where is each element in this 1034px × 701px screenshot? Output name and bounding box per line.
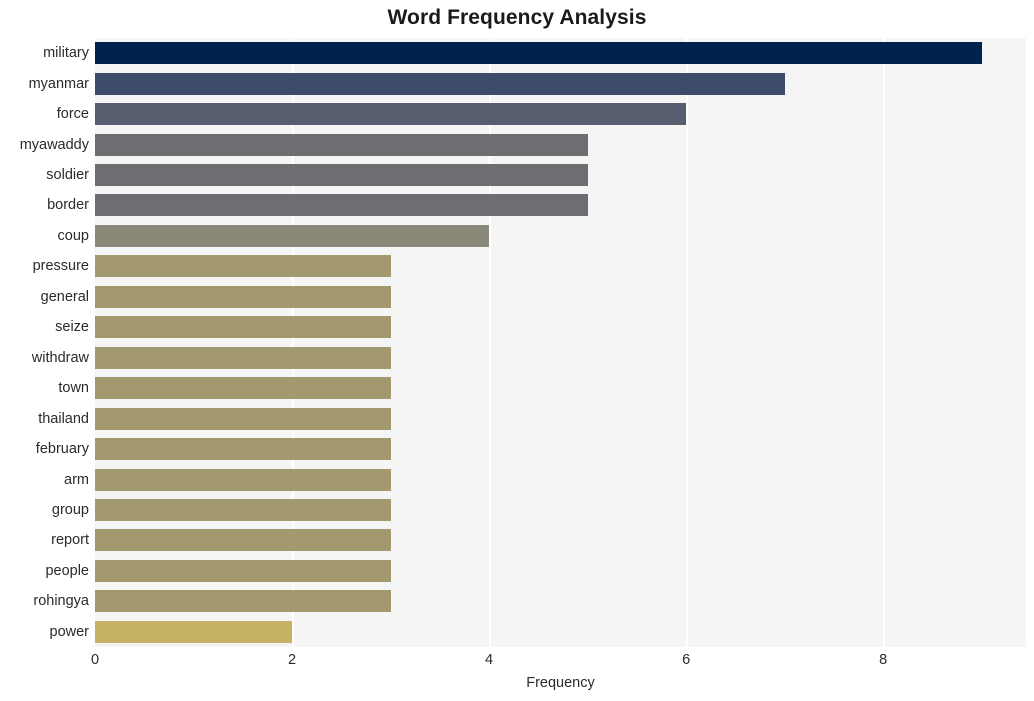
- y-axis-label: power: [49, 623, 90, 640]
- y-axis-label: withdraw: [31, 349, 89, 366]
- bar: [95, 529, 391, 552]
- y-axis-label: group: [51, 501, 89, 518]
- x-axis-tick-label: 2: [287, 652, 297, 668]
- bar: [95, 346, 391, 369]
- x-axis-tick-label: 0: [90, 652, 100, 668]
- bar: [95, 407, 391, 430]
- y-axis-label: general: [40, 288, 89, 305]
- x-axis-tick-label: 8: [879, 652, 888, 668]
- y-axis-label: military: [43, 45, 89, 62]
- x-axis-tick-labels: 0 2 4 6 8: [0, 652, 1034, 676]
- y-axis-label: seize: [55, 319, 89, 336]
- y-axis-label: soldier: [46, 167, 89, 184]
- bar: [95, 42, 982, 65]
- y-axis-label: border: [47, 197, 89, 214]
- bar: [95, 559, 391, 582]
- y-axis-label: coup: [57, 227, 89, 244]
- word-frequency-bar-chart: Word Frequency Analysis military myanmar f…: [0, 0, 1034, 701]
- x-axis-tick-label: 4: [485, 652, 494, 668]
- y-axis-label: pressure: [32, 258, 89, 275]
- bar: [95, 255, 391, 278]
- bar: [95, 133, 588, 156]
- bar: [95, 620, 293, 643]
- bar: [95, 224, 490, 247]
- bar: [95, 194, 588, 217]
- bar: [95, 498, 391, 521]
- y-axis-label: rohingya: [33, 593, 89, 610]
- plot-area: [95, 38, 1026, 647]
- y-axis-label: myanmar: [28, 75, 89, 92]
- bar: [95, 590, 391, 613]
- y-axis-category-labels: military myanmar force myawaddy soldier borde…: [0, 38, 89, 647]
- x-axis-title: Frequency: [526, 675, 595, 691]
- chart-title: Word Frequency Analysis: [387, 6, 647, 29]
- bar: [95, 72, 785, 95]
- bar: [95, 103, 687, 126]
- y-axis-label: thailand: [38, 410, 89, 427]
- y-axis-label: town: [58, 380, 89, 397]
- y-axis-label: february: [35, 441, 89, 458]
- bar: [95, 316, 391, 339]
- bar: [95, 438, 391, 461]
- bar: [95, 468, 391, 491]
- bars-layer: [95, 38, 1026, 647]
- bar: [95, 377, 391, 400]
- y-axis-label: myawaddy: [19, 136, 89, 153]
- y-axis-label: force: [56, 106, 89, 123]
- x-axis-tick-label: 6: [682, 652, 691, 668]
- bar: [95, 285, 391, 308]
- y-axis-label: arm: [64, 471, 89, 488]
- y-axis-label: report: [51, 532, 89, 549]
- y-axis-label: people: [45, 562, 89, 579]
- bar: [95, 164, 588, 187]
